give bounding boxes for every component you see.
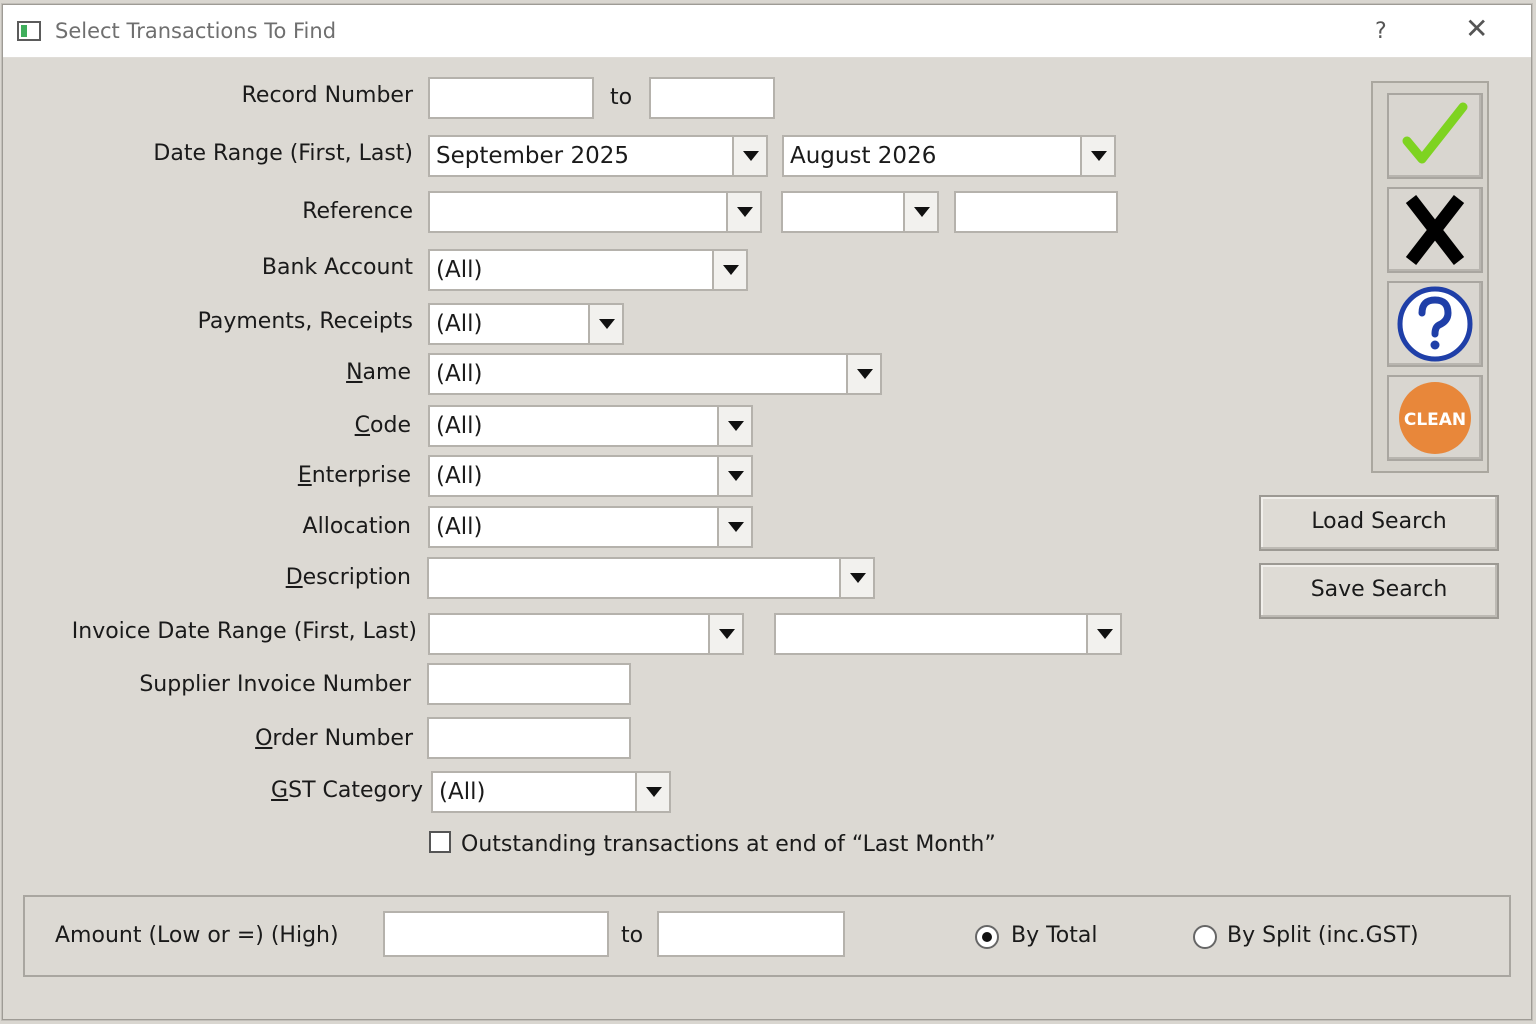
- date-range-last-select[interactable]: August 2026: [782, 135, 1116, 177]
- outstanding-label[interactable]: Outstanding transactions at end of “Last…: [461, 832, 996, 857]
- chevron-down-icon[interactable]: [717, 407, 751, 445]
- name-value: (All): [436, 361, 483, 387]
- clean-icon: CLEAN: [1399, 382, 1471, 454]
- chevron-down-icon[interactable]: [717, 508, 751, 546]
- chevron-down-icon[interactable]: [708, 615, 742, 653]
- code-value: (All): [436, 413, 483, 439]
- enterprise-select[interactable]: (All): [428, 455, 753, 497]
- code-label: Code: [354, 413, 411, 438]
- allocation-value: (All): [436, 514, 483, 540]
- chevron-down-icon[interactable]: [1080, 137, 1114, 175]
- allocation-label: Allocation: [302, 514, 411, 539]
- date-range-label: Date Range (First, Last): [153, 141, 413, 166]
- question-icon: [1397, 286, 1473, 362]
- reference-text-input[interactable]: [954, 191, 1118, 233]
- order-number-label: Order Number: [255, 726, 413, 751]
- chevron-down-icon[interactable]: [635, 773, 669, 811]
- amount-low-input[interactable]: [383, 911, 609, 957]
- title-help-button[interactable]: ?: [1375, 19, 1387, 44]
- close-button[interactable]: ✕: [1465, 15, 1488, 43]
- enterprise-value: (All): [436, 463, 483, 489]
- by-total-radio[interactable]: [975, 925, 999, 949]
- clean-button[interactable]: CLEAN: [1387, 375, 1483, 461]
- invoice-date-range-label: Invoice Date Range (First, Last): [71, 619, 417, 644]
- chevron-down-icon[interactable]: [588, 305, 622, 343]
- save-search-button[interactable]: Save Search: [1259, 563, 1499, 619]
- enterprise-label: Enterprise: [297, 463, 411, 488]
- reference-select-1[interactable]: [428, 191, 762, 233]
- window-title: Select Transactions To Find: [55, 19, 337, 43]
- chevron-down-icon[interactable]: [903, 193, 937, 231]
- description-select[interactable]: [427, 557, 875, 599]
- description-label: Description: [285, 565, 411, 590]
- amount-label: Amount (Low or =) (High): [55, 923, 339, 948]
- payments-receipts-value: (All): [436, 311, 483, 337]
- cancel-button[interactable]: [1387, 187, 1483, 273]
- chevron-down-icon[interactable]: [717, 457, 751, 495]
- bank-account-select[interactable]: (All): [428, 249, 748, 291]
- gst-category-label: GST Category: [271, 778, 423, 803]
- order-number-input[interactable]: [427, 717, 631, 759]
- supplier-invoice-number-input[interactable]: [427, 663, 631, 705]
- record-number-to-input[interactable]: [649, 77, 775, 119]
- record-number-to-label: to: [610, 85, 633, 110]
- by-total-label[interactable]: By Total: [1011, 923, 1098, 948]
- name-select[interactable]: (All): [428, 353, 882, 395]
- checkmark-icon: [1402, 102, 1468, 164]
- app-icon: [17, 21, 41, 41]
- clean-label: CLEAN: [1404, 410, 1466, 430]
- code-select[interactable]: (All): [428, 405, 753, 447]
- invoice-date-first-select[interactable]: [428, 613, 744, 655]
- by-split-label[interactable]: By Split (inc.GST): [1227, 923, 1419, 948]
- gst-category-value: (All): [439, 779, 486, 805]
- payments-receipts-label: Payments, Receipts: [197, 309, 413, 334]
- reference-select-2[interactable]: [781, 191, 939, 233]
- date-range-last-value: August 2026: [790, 143, 937, 169]
- x-icon: [1405, 195, 1465, 265]
- chevron-down-icon[interactable]: [726, 193, 760, 231]
- reference-label: Reference: [302, 199, 413, 224]
- select-transactions-dialog: Select Transactions To Find ? ✕ Record N…: [2, 4, 1532, 1020]
- payments-receipts-select[interactable]: (All): [428, 303, 624, 345]
- chevron-down-icon[interactable]: [732, 137, 766, 175]
- chevron-down-icon[interactable]: [712, 251, 746, 289]
- invoice-date-last-select[interactable]: [774, 613, 1122, 655]
- supplier-invoice-number-label: Supplier Invoice Number: [139, 672, 411, 697]
- name-label: Name: [346, 360, 411, 385]
- date-range-first-select[interactable]: September 2025: [428, 135, 768, 177]
- amount-group: Amount (Low or =) (High) to By Total By …: [23, 895, 1511, 977]
- load-search-button[interactable]: Load Search: [1259, 495, 1499, 551]
- bank-account-value: (All): [436, 257, 483, 283]
- date-range-first-value: September 2025: [436, 143, 629, 169]
- chevron-down-icon[interactable]: [1086, 615, 1120, 653]
- ok-button[interactable]: [1387, 93, 1483, 179]
- amount-to-label: to: [621, 923, 644, 948]
- gst-category-select[interactable]: (All): [431, 771, 671, 813]
- amount-high-input[interactable]: [657, 911, 845, 957]
- bank-account-label: Bank Account: [261, 255, 413, 280]
- by-split-radio[interactable]: [1193, 925, 1217, 949]
- record-number-from-input[interactable]: [428, 77, 594, 119]
- outstanding-checkbox[interactable]: [429, 831, 451, 853]
- chevron-down-icon[interactable]: [839, 559, 873, 597]
- chevron-down-icon[interactable]: [846, 355, 880, 393]
- help-button[interactable]: [1387, 281, 1483, 367]
- record-number-label: Record Number: [241, 83, 413, 108]
- title-bar: Select Transactions To Find ? ✕: [3, 5, 1531, 58]
- action-toolbar: CLEAN: [1371, 81, 1489, 473]
- allocation-select[interactable]: (All): [428, 506, 753, 548]
